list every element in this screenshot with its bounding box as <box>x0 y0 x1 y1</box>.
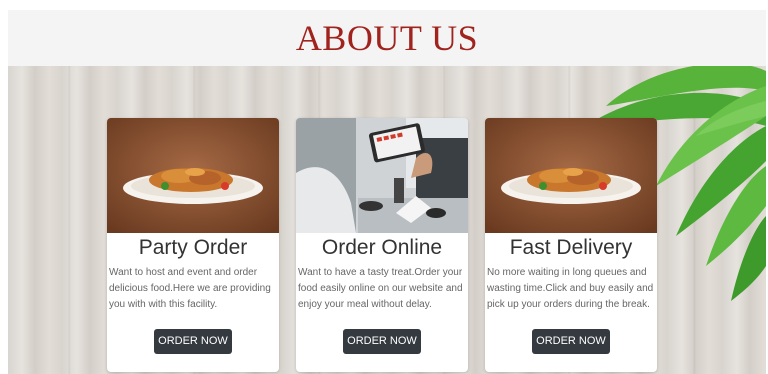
card-party-order: Party Order Want to host and event and o… <box>107 118 279 372</box>
wood-background: Party Order Want to host and event and o… <box>8 66 766 374</box>
tablet-ordering-image <box>296 118 468 233</box>
card-title: Party Order <box>138 236 248 259</box>
card-order-online: Order Online Want to have a tasty treat.… <box>296 118 468 372</box>
food-plate-image <box>485 118 657 233</box>
card-fast-delivery: Fast Delivery No more waiting in long qu… <box>485 118 657 372</box>
order-now-button[interactable]: ORDER NOW <box>154 329 232 354</box>
order-now-button[interactable]: ORDER NOW <box>343 329 421 354</box>
card-description: No more waiting in long queues and wasti… <box>487 267 654 310</box>
food-plate-image <box>107 118 279 233</box>
card-description: Want to have a tasty treat.Order your fo… <box>298 267 463 310</box>
card-description: Want to host and event and order delicio… <box>109 267 271 310</box>
card-title: Fast Delivery <box>509 236 633 259</box>
card-title: Order Online <box>321 236 443 259</box>
order-now-button[interactable]: ORDER NOW <box>532 329 610 354</box>
page-title: ABOUT US <box>295 18 479 58</box>
about-header: ABOUT US <box>8 10 766 66</box>
